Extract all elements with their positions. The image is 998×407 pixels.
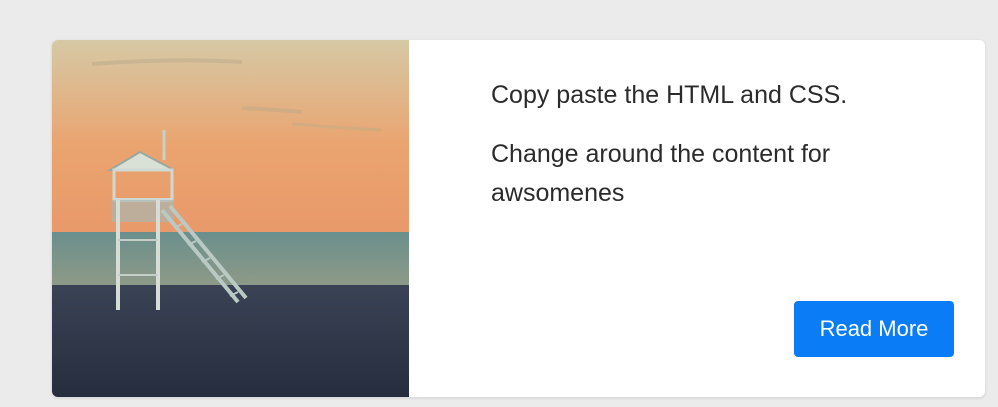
card-paragraph-2: Change around the content for awsomenes <box>491 139 831 207</box>
card-paragraph-1: Copy paste the HTML and CSS. <box>491 81 848 109</box>
card-body: Copy paste the HTML and CSS. Change arou… <box>409 40 985 397</box>
beach-lifeguard-tower-image <box>52 40 409 397</box>
card-image <box>52 40 409 397</box>
content-card: Copy paste the HTML and CSS. Change arou… <box>52 40 985 397</box>
read-more-button[interactable]: Read More <box>794 301 954 357</box>
